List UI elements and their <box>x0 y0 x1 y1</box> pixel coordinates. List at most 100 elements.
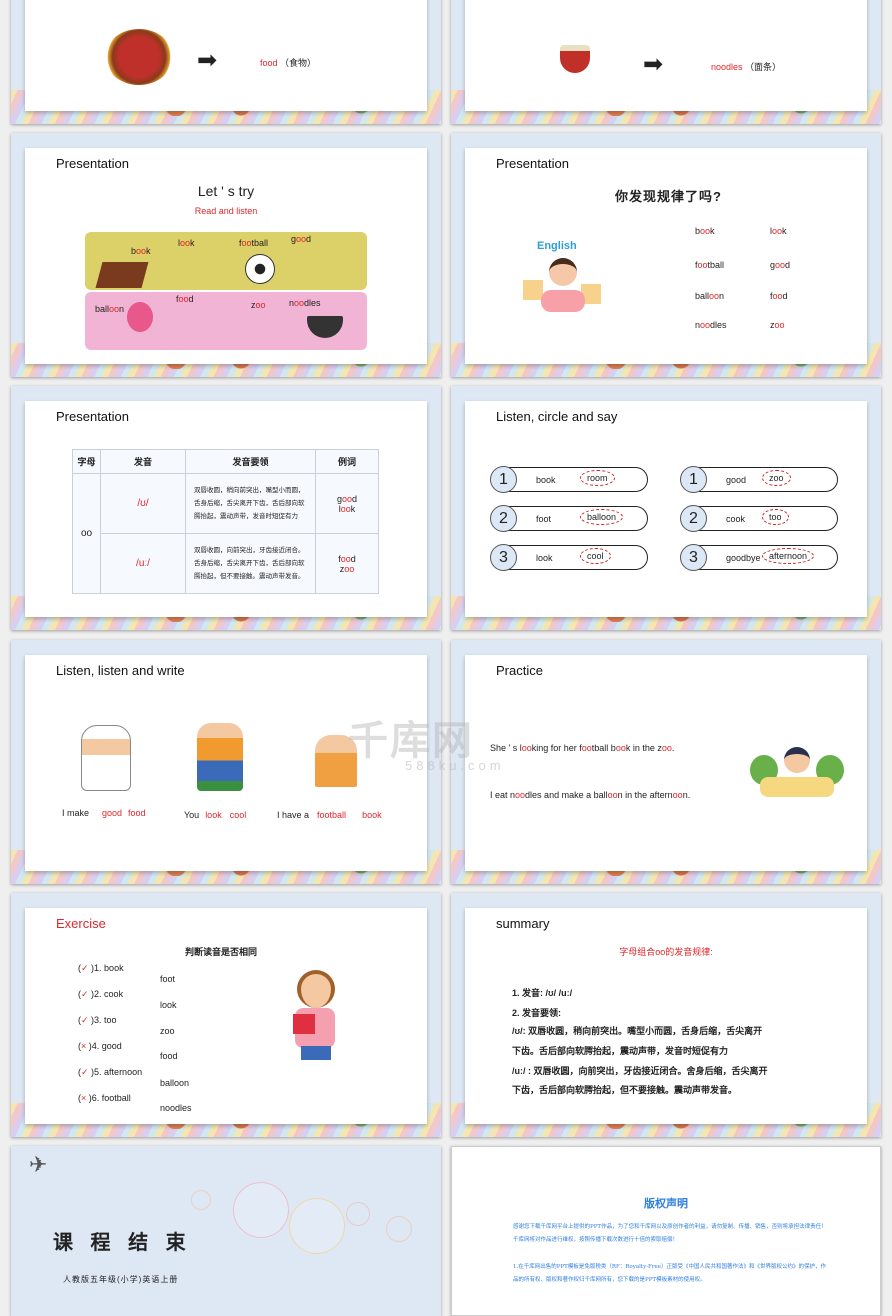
label: football <box>239 238 269 248</box>
slide-pronunciation-table[interactable]: Presentation 字母 发音 发音要领 例词 oo /ʊ/ 双唇收圆，稍… <box>11 386 441 630</box>
word: foot <box>536 514 552 524</box>
column-header: 例词 <box>315 449 379 474</box>
item-number: 3 <box>490 544 517 571</box>
copyright-paragraph: 感谢您下载千库网平台上提供的PPT作品，为了您和千库网以及原创作者的利益，请勿复… <box>513 1224 827 1243</box>
word: good <box>726 475 747 485</box>
sound-cell: /ʊ/ <box>100 473 186 534</box>
label: noodles <box>289 298 321 308</box>
slide-noodles[interactable]: ➡ noodles （面条） <box>451 0 881 124</box>
word: zoo <box>770 320 785 330</box>
arrow-right-icon: ➡ <box>197 47 218 74</box>
word-a: 5. afternoon <box>94 1067 143 1077</box>
slide-heading: Presentation <box>496 156 569 171</box>
bubble <box>233 1182 289 1238</box>
slide-summary[interactable]: summary 字母组合oo的发音规律: 1. 发音: /ʊ/ /uː/2. 发… <box>451 893 881 1137</box>
word: noodles <box>695 320 727 330</box>
slide-card: ➡ noodles （面条） <box>465 0 867 111</box>
slide-card: ➡ food （食物） <box>25 0 427 111</box>
answer-word: good <box>102 808 123 818</box>
slide-lets-try[interactable]: Presentation Let ' s try Read and listen… <box>11 133 441 377</box>
practice-sentence: She ' s looking for her football book in… <box>490 743 675 753</box>
book-image <box>95 262 149 288</box>
practice-sentence: I eat noodles and make a balloon in the … <box>490 790 691 800</box>
label: balloon <box>95 304 125 314</box>
answer-word: book <box>362 810 382 820</box>
vocabulary-picture: book look football good balloon food zoo… <box>85 232 367 352</box>
word: balloon <box>695 291 725 301</box>
kid-reading-image <box>750 715 845 801</box>
item-number: 2 <box>490 505 517 532</box>
table-row: /uː/ 双唇收圆，向前突出，牙齿接近闭合。舌身后缩，舌尖离开下齿，舌后部向软腭… <box>73 533 379 594</box>
watermark-url: 588ku.com <box>405 758 505 773</box>
table-row: oo /ʊ/ 双唇收圆，稍向前突出，嘴型小而圆，舌身后缩，舌尖离开下齿，舌后部向… <box>72 473 379 594</box>
circled-word: balloon <box>580 509 624 525</box>
skateboard-boy-image <box>197 723 243 791</box>
item-number: 1 <box>490 466 517 493</box>
slide-discover-rule[interactable]: Presentation 你发现规律了吗? English book footb… <box>451 133 881 377</box>
word: food <box>260 58 278 68</box>
slide-card: Presentation Let ' s try Read and listen… <box>25 148 427 364</box>
word: good <box>770 260 791 270</box>
item-number: 1 <box>680 466 707 493</box>
answer-mark: ✓ <box>81 1067 89 1077</box>
example-word: look <box>338 503 356 514</box>
word: noodles <box>711 62 743 72</box>
column-header: 发音 <box>100 449 186 474</box>
answer-pill: 1 good zoo <box>680 466 838 493</box>
slide-exercise[interactable]: Exercise 判断读音是否相同 (✓ )1. book foot (✓ )2. … <box>11 893 441 1137</box>
sentence-prefix: I have a <box>277 810 310 820</box>
end-subtitle: 人教版五年级(小学)英语上册 <box>63 1275 179 1284</box>
label: book <box>131 246 151 256</box>
answer-word: cool <box>229 810 247 820</box>
example-word: food <box>338 553 356 564</box>
item-number: 3 <box>680 544 707 571</box>
summary-line: /uː/ : 双唇收圆，向前突出，牙齿接近闭合。舍身后缩，舌尖离开 <box>512 1066 768 1076</box>
summary-line: 下齿。舌后部向软腭抬起，震动声带，发音时短促有力 <box>512 1046 729 1056</box>
slide-circle-say[interactable]: Listen, circle and say 1 book room 2 foot bal… <box>451 386 881 630</box>
slide-food[interactable]: ➡ food （食物） <box>11 0 441 124</box>
sound-cell: /uː/ <box>100 533 186 594</box>
exercise-item: (× )6. football noodles <box>78 1093 192 1113</box>
sentence-prefix: You <box>184 810 200 820</box>
word: goodbye <box>726 553 761 563</box>
word-a: 2. cook <box>94 989 124 999</box>
slide-end[interactable]: ✈ 课 程 结 束 人教版五年级(小学)英语上册 <box>11 1146 441 1316</box>
slide-heading: summary <box>496 916 550 931</box>
slide-card: Presentation 字母 发音 发音要领 例词 oo /ʊ/ 双唇收圆，稍… <box>25 401 427 617</box>
sentence-prefix: I make <box>62 808 90 818</box>
answer-word: food <box>128 808 146 818</box>
slide-practice[interactable]: Practice She ' s looking for her footbal… <box>451 640 881 884</box>
slide-card: Practice She ' s looking for her footbal… <box>465 655 867 871</box>
slide-card: summary 字母组合oo的发音规律: 1. 发音: /ʊ/ /uː/2. 发… <box>465 908 867 1124</box>
summary-line: 1. 发音: /ʊ/ /uː/ <box>512 988 573 998</box>
word-a: 1. book <box>94 963 124 973</box>
balloon-image <box>127 302 153 332</box>
answer-mark: × <box>81 1041 87 1051</box>
word-b: zoo <box>160 1026 175 1036</box>
noodle-bowl-image <box>560 45 590 73</box>
exercise-item: (✓ )3. too zoo <box>78 1015 175 1036</box>
word-b: balloon <box>160 1078 190 1088</box>
bubble <box>386 1216 412 1242</box>
copyright-paragraph: 1.在千库网出售的PPT模板是免版税类（RF：Royalty-Free）正版受《… <box>513 1264 827 1283</box>
circled-word: cool <box>580 548 611 564</box>
translation: （面条） <box>745 62 782 72</box>
exercise-item: (× )4. good food <box>78 1041 178 1061</box>
answer-word: football <box>317 810 347 820</box>
word: book <box>695 226 715 236</box>
letter-cell: oo <box>72 473 101 594</box>
pronunciation-table: 字母 发音 发音要领 例词 oo /ʊ/ 双唇收圆，稍向前突出，嘴型小而圆，舌身… <box>72 449 379 594</box>
slide-copyright[interactable]: 版权声明 感谢您下载千库网平台上提供的PPT作品，为了您和千库网以及原创作者的利… <box>451 1146 881 1316</box>
summary-line: 下齿，舌后部向软腭抬起，但不要接触。震动声带发音。 <box>512 1085 738 1095</box>
word-b: look <box>160 1000 177 1010</box>
summary-line: 2. 发音要领: <box>512 1008 562 1018</box>
translation: （食物） <box>280 58 317 68</box>
slide-subtitle: Read and listen <box>194 206 258 216</box>
arrow-right-icon: ➡ <box>643 51 664 78</box>
slide-heading: Listen, listen and write <box>56 663 185 678</box>
exercise-item: (✓ )1. book foot <box>78 963 176 984</box>
slide-title: 你发现规律了吗? <box>615 189 722 204</box>
tip-cell: 双唇收圆，向前突出，牙齿接近闭合。舌身后缩，舌尖离开下齿，舌后部向软腭抬起，但不… <box>185 533 316 594</box>
exercise-item: (✓ )5. afternoon balloon <box>78 1067 190 1088</box>
bubble <box>191 1190 211 1210</box>
